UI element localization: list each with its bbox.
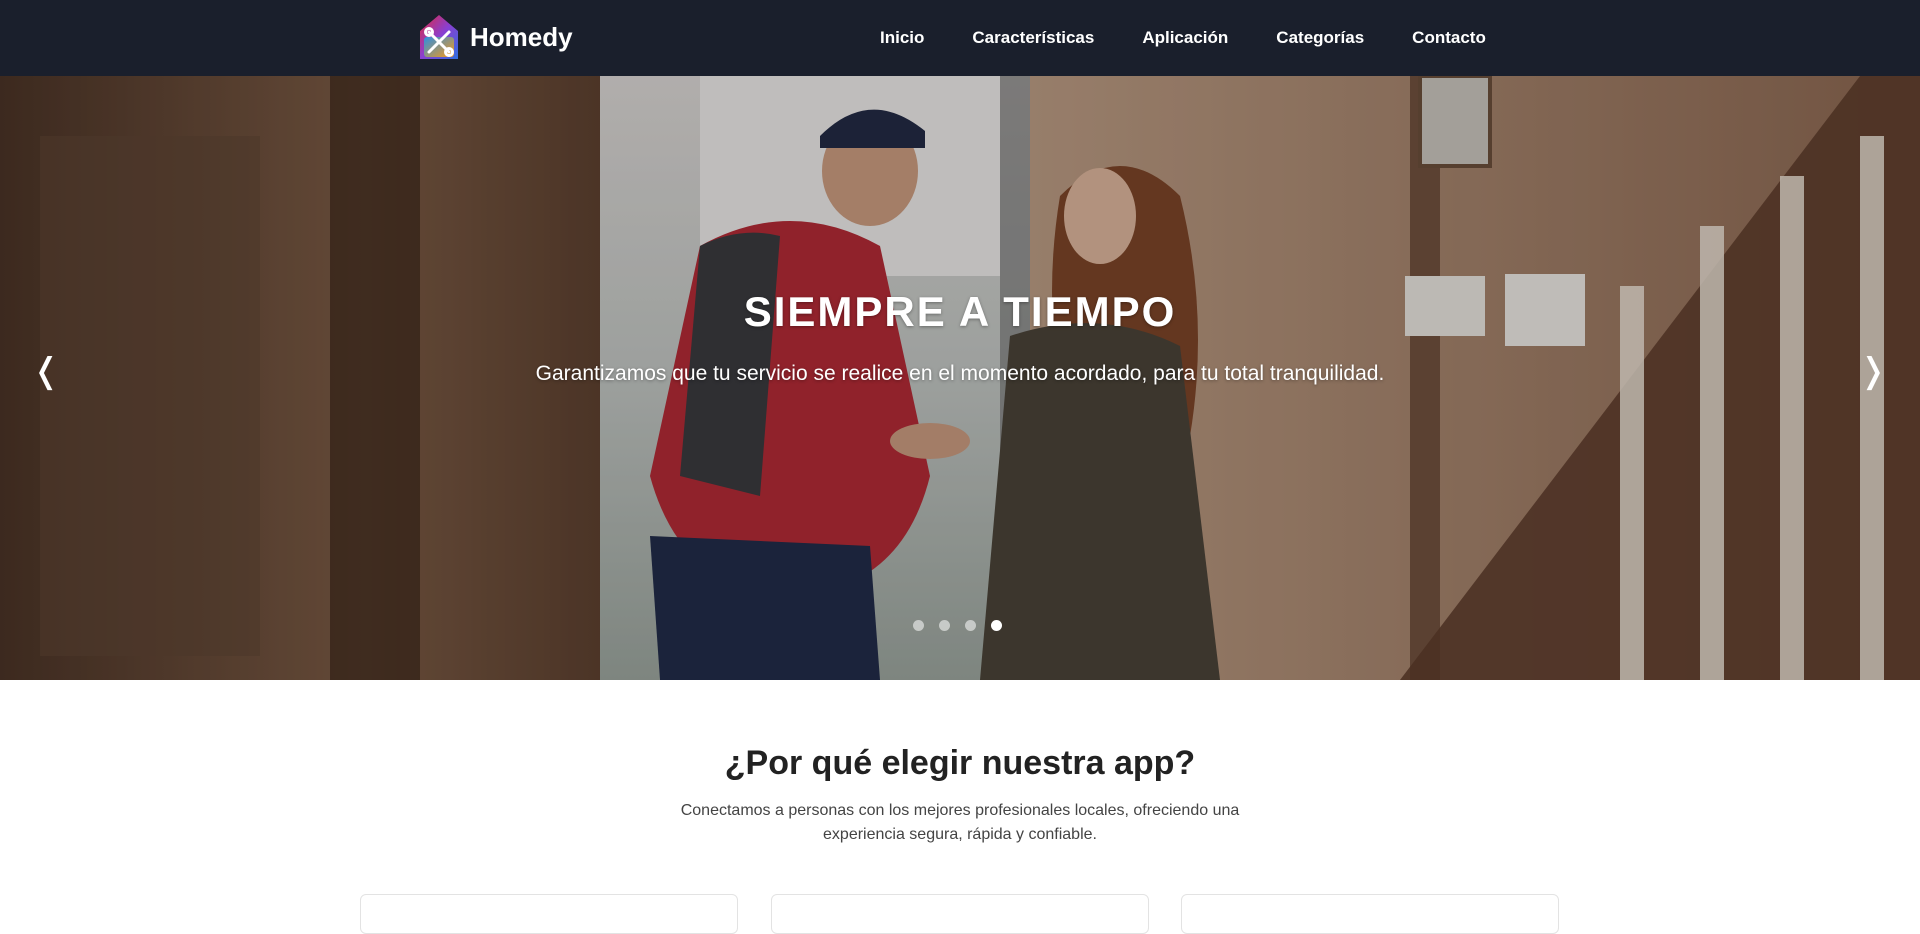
carousel-indicator-1[interactable] [913,620,924,631]
nav-link-categorias[interactable]: Categorías [1276,28,1364,48]
carousel-indicators [913,620,1017,631]
nav-link-contacto[interactable]: Contacto [1412,28,1486,48]
chevron-right-icon: ❭ [1858,351,1888,391]
house-tools-logo-icon [420,15,458,59]
feature-card-2 [771,894,1149,934]
nav-link-inicio[interactable]: Inicio [880,28,924,48]
feature-card-1 [360,894,738,934]
nav-menu: Inicio Características Aplicación Catego… [880,0,1486,76]
carousel-next-button[interactable]: ❭ [1853,346,1893,396]
brand-link[interactable]: Homedy [418,12,573,62]
feature-card-3 [1181,894,1559,934]
nav-link-caracteristicas[interactable]: Características [972,28,1094,48]
hero-carousel: SIEMPRE A TIEMPO Garantizamos que tu ser… [0,76,1920,680]
carousel-indicator-2[interactable] [939,620,950,631]
why-section-description: Conectamos a personas con los mejores pr… [680,802,1240,843]
brand-name: Homedy [470,21,573,52]
carousel-prev-button[interactable]: ❬ [26,346,66,396]
carousel-indicator-3[interactable] [965,620,976,631]
hero-title: SIEMPRE A TIEMPO [743,288,1177,335]
chevron-left-icon: ❬ [31,351,61,391]
hero-subtitle: Garantizamos que tu servicio se realice … [535,362,1385,385]
why-section-title: ¿Por qué elegir nuestra app? [724,744,1196,782]
nav-link-aplicacion[interactable]: Aplicación [1142,28,1228,48]
carousel-indicator-4[interactable] [991,620,1002,631]
navbar: Homedy Inicio Características Aplicación… [0,0,1920,76]
